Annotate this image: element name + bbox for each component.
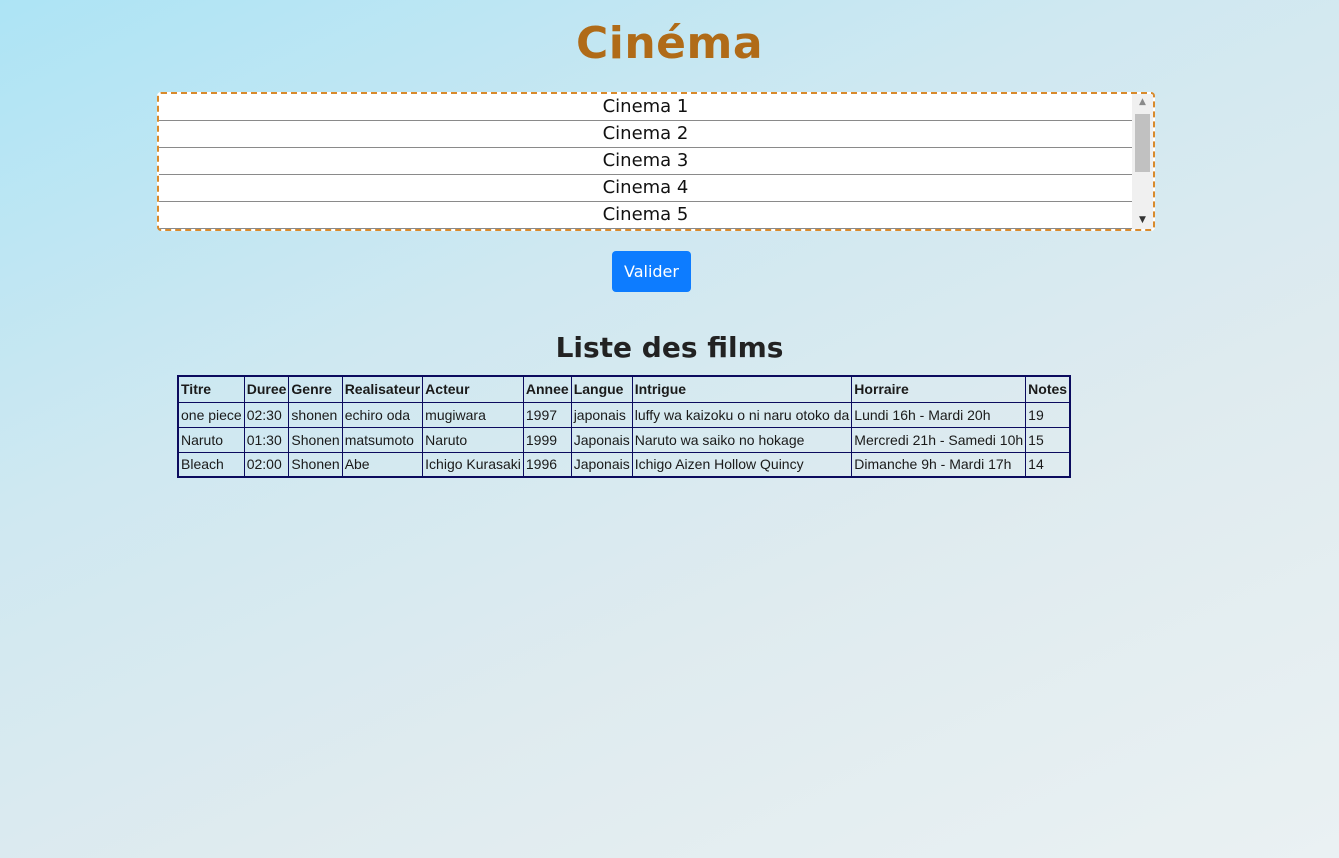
cinema-option-list: Cinema 1 Cinema 2 Cinema 3 Cinema 4 Cine… (159, 94, 1132, 229)
cinema-option[interactable]: Cinema 3 (159, 148, 1132, 175)
table-cell: 01:30 (243, 426, 290, 453)
table-cell: Shonen (288, 451, 343, 478)
table-cell: echiro oda (341, 401, 424, 428)
table-cell: 02:00 (243, 451, 290, 478)
scroll-up-arrow-icon[interactable]: ▲ (1132, 94, 1153, 111)
table-cell: 14 (1025, 451, 1071, 478)
column-header-acteur: Acteur (422, 375, 524, 403)
table-cell: shonen (288, 401, 343, 428)
page-title: Cinéma (575, 18, 764, 69)
table-cell: luffy wa kaizoku o ni naru otoko da (631, 401, 853, 428)
table-cell: 1997 (522, 401, 572, 428)
scroll-down-arrow-icon[interactable]: ▼ (1132, 212, 1153, 229)
table-cell: matsumoto (341, 426, 424, 453)
cinema-select[interactable]: Cinema 1 Cinema 2 Cinema 3 Cinema 4 Cine… (157, 92, 1155, 231)
table-cell: Dimanche 9h - Mardi 17h (851, 451, 1027, 478)
cinema-option[interactable]: Cinema 5 (159, 202, 1132, 229)
column-header-annee: Annee (522, 375, 572, 403)
table-cell: mugiwara (422, 401, 524, 428)
table-cell: Japonais (570, 451, 633, 478)
column-header-notes: Notes (1025, 375, 1071, 403)
scroll-thumb[interactable] (1135, 114, 1150, 172)
table-cell: Ichigo Aizen Hollow Quincy (631, 451, 853, 478)
table-cell: 02:30 (243, 401, 290, 428)
table-cell: 1999 (522, 426, 572, 453)
table-cell: Naruto (422, 426, 524, 453)
select-scrollbar[interactable]: ▲ ▼ (1132, 94, 1153, 229)
cinema-option[interactable]: Cinema 2 (159, 121, 1132, 148)
table-cell: Shonen (288, 426, 343, 453)
table-cell: Abe (341, 451, 424, 478)
table-cell: Ichigo Kurasaki (422, 451, 524, 478)
cinema-option[interactable]: Cinema 1 (159, 94, 1132, 121)
table-cell: one piece (177, 401, 245, 428)
table-row: Naruto 01:30 Shonen matsumoto Naruto 199… (177, 426, 1071, 453)
table-cell: Japonais (570, 426, 633, 453)
table-row: Bleach 02:00 Shonen Abe Ichigo Kurasaki … (177, 451, 1071, 478)
table-cell: Lundi 16h - Mardi 20h (851, 401, 1027, 428)
table-cell: Naruto (177, 426, 245, 453)
table-cell: japonais (570, 401, 633, 428)
films-section-title: Liste des films (555, 331, 784, 364)
cinema-option[interactable]: Cinema 4 (159, 175, 1132, 202)
column-header-genre: Genre (288, 375, 343, 403)
column-header-titre: Titre (177, 375, 245, 403)
column-header-langue: Langue (570, 375, 633, 403)
films-table: Titre Duree Genre Realisateur Acteur Ann… (177, 375, 1072, 478)
table-cell: Naruto wa saiko no hokage (631, 426, 853, 453)
column-header-intrigue: Intrigue (631, 375, 853, 403)
table-cell: Bleach (177, 451, 245, 478)
table-header-row: Titre Duree Genre Realisateur Acteur Ann… (177, 375, 1071, 403)
table-row: one piece 02:30 shonen echiro oda mugiwa… (177, 401, 1071, 428)
column-header-duree: Duree (243, 375, 290, 403)
table-cell: 1996 (522, 451, 572, 478)
table-cell: 15 (1025, 426, 1071, 453)
column-header-realisateur: Realisateur (341, 375, 424, 403)
validate-button[interactable]: Valider (612, 251, 691, 292)
table-cell: 19 (1025, 401, 1071, 428)
column-header-horraire: Horraire (851, 375, 1027, 403)
table-cell: Mercredi 21h - Samedi 10h (851, 426, 1027, 453)
